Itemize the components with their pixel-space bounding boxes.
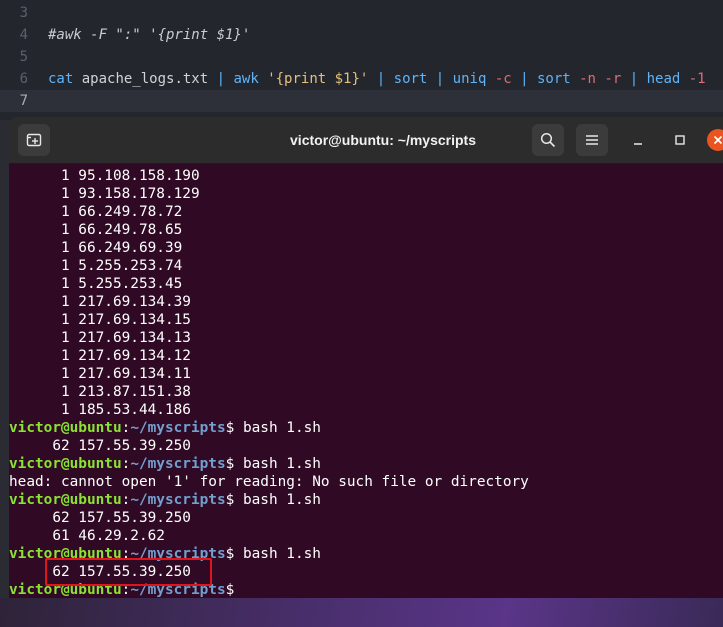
terminal-prompt-line: victor@ubuntu:~/myscripts$ bash 1.sh (9, 419, 723, 437)
code-token: -r (604, 71, 622, 87)
prompt-user: victor@ubuntu (9, 456, 122, 472)
editor-line[interactable]: 4 #awk -F ":" '{print $1}' (0, 24, 723, 46)
prompt-dollar: $ (225, 456, 235, 472)
code-token: -n (579, 71, 596, 87)
maximize-icon (675, 135, 685, 145)
editor-line[interactable]: 3 (0, 2, 723, 24)
code-token: -1 (688, 71, 706, 87)
terminal-command: bash 1.sh (234, 456, 321, 472)
terminal-titlebar[interactable]: victor@ubuntu: ~/myscripts (9, 117, 723, 164)
code-token: sort (528, 71, 580, 87)
editor-line-number: 7 (19, 93, 28, 109)
desktop-wallpaper-strip (0, 598, 723, 627)
code-token: sort (385, 71, 436, 87)
terminal-output-line: 1 66.249.78.65 (9, 222, 183, 238)
code-token: | (435, 71, 445, 87)
code-token: uniq (444, 71, 495, 87)
prompt-dollar: $ (225, 420, 235, 436)
code-token: apache_logs.txt (73, 71, 217, 87)
terminal-command: bash 1.sh (234, 420, 321, 436)
terminal-output-line: 1 213.87.151.38 (9, 384, 191, 400)
close-button[interactable] (703, 125, 723, 155)
code-token: | (520, 71, 529, 87)
terminal-output-line: 1 66.249.69.39 (9, 240, 183, 256)
code-token: | (216, 71, 226, 87)
editor-line-number: 3 (19, 5, 28, 21)
terminal-output-line: 1 217.69.134.39 (9, 294, 191, 310)
prompt-path: ~/myscripts (130, 420, 226, 436)
terminal-output-line: 1 217.69.134.12 (9, 348, 191, 364)
terminal-output-line: 62 157.55.39.250 (9, 438, 191, 454)
terminal-output-line: 1 217.69.134.11 (9, 366, 191, 382)
terminal-output-line: 1 95.108.158.190 (9, 168, 200, 184)
minimize-button[interactable] (623, 125, 653, 155)
editor-line-number: 4 (19, 27, 28, 43)
minimize-icon (634, 143, 642, 145)
maximize-button[interactable] (665, 125, 695, 155)
terminal-output-line: 1 217.69.134.13 (9, 330, 191, 346)
editor-line[interactable]: 6 cat apache_logs.txt | awk '{print $1}' … (0, 68, 723, 90)
prompt-dollar: $ (225, 546, 235, 562)
editor-line-number: 5 (19, 49, 28, 65)
terminal-command: bash 1.sh (234, 492, 321, 508)
terminal-window[interactable]: victor@ubuntu: ~/myscripts 1 95.108.158.… (9, 117, 723, 598)
hamburger-menu-icon (586, 135, 598, 145)
new-tab-icon (26, 133, 42, 147)
terminal-output-line: 61 46.29.2.62 (9, 528, 165, 544)
new-tab-button[interactable] (18, 124, 50, 156)
code-token: | (629, 71, 639, 87)
prompt-path: ~/myscripts (130, 492, 226, 508)
terminal-command: bash 1.sh (234, 546, 321, 562)
prompt-user: victor@ubuntu (9, 492, 122, 508)
code-editor: 3 4 #awk -F ":" '{print $1}' 5 6 cat apache_l… (0, 0, 723, 120)
code-token: awk (225, 71, 268, 87)
prompt-dollar: $ (225, 492, 235, 508)
terminal-output-line: head: cannot open '1' for reading: No su… (9, 474, 529, 490)
prompt-separator: : (121, 492, 131, 508)
code-token: cat (48, 71, 74, 87)
search-button[interactable] (532, 124, 564, 156)
code-token: -c (494, 71, 512, 87)
prompt-path: ~/myscripts (130, 456, 226, 472)
terminal-output-line: 1 185.53.44.186 (9, 402, 191, 418)
terminal-output-line: 1 66.249.78.72 (9, 204, 183, 220)
terminal-prompt-line: victor@ubuntu:~/myscripts$ bash 1.sh (9, 455, 723, 473)
highlight-annotation-box (45, 558, 212, 586)
terminal-output-line: 62 157.55.39.250 (9, 510, 191, 526)
editor-line-code: cat apache_logs.txt | awk '{print $1}' |… (48, 68, 706, 90)
editor-line-number: 6 (19, 71, 28, 87)
close-icon (713, 135, 723, 145)
search-icon (540, 132, 556, 148)
prompt-separator: : (121, 420, 131, 436)
menu-button[interactable] (576, 124, 608, 156)
terminal-output-line: 1 93.158.178.129 (9, 186, 200, 202)
prompt-dollar: $ (225, 582, 235, 598)
close-button-circle[interactable] (707, 129, 723, 151)
prompt-user: victor@ubuntu (9, 420, 122, 436)
editor-line[interactable]: 5 (0, 46, 723, 68)
code-token: | (376, 71, 386, 87)
terminal-output-line: 1 5.255.253.45 (9, 276, 183, 292)
terminal-output-line: 1 217.69.134.15 (9, 312, 191, 328)
code-token: '{print $1}' (267, 71, 369, 87)
window-title: victor@ubuntu: ~/myscripts (290, 132, 476, 148)
terminal-output-line: 1 5.255.253.74 (9, 258, 183, 274)
desktop-left-edge (0, 120, 9, 627)
editor-line-code: #awk -F ":" '{print $1}' (48, 27, 251, 43)
terminal-prompt-line: victor@ubuntu:~/myscripts$ bash 1.sh (9, 491, 723, 509)
prompt-separator: : (121, 456, 131, 472)
editor-line[interactable]: 7 (0, 90, 723, 112)
code-token: head (638, 71, 689, 87)
terminal-output[interactable]: 1 95.108.158.190 1 93.158.178.129 1 66.2… (9, 167, 723, 598)
